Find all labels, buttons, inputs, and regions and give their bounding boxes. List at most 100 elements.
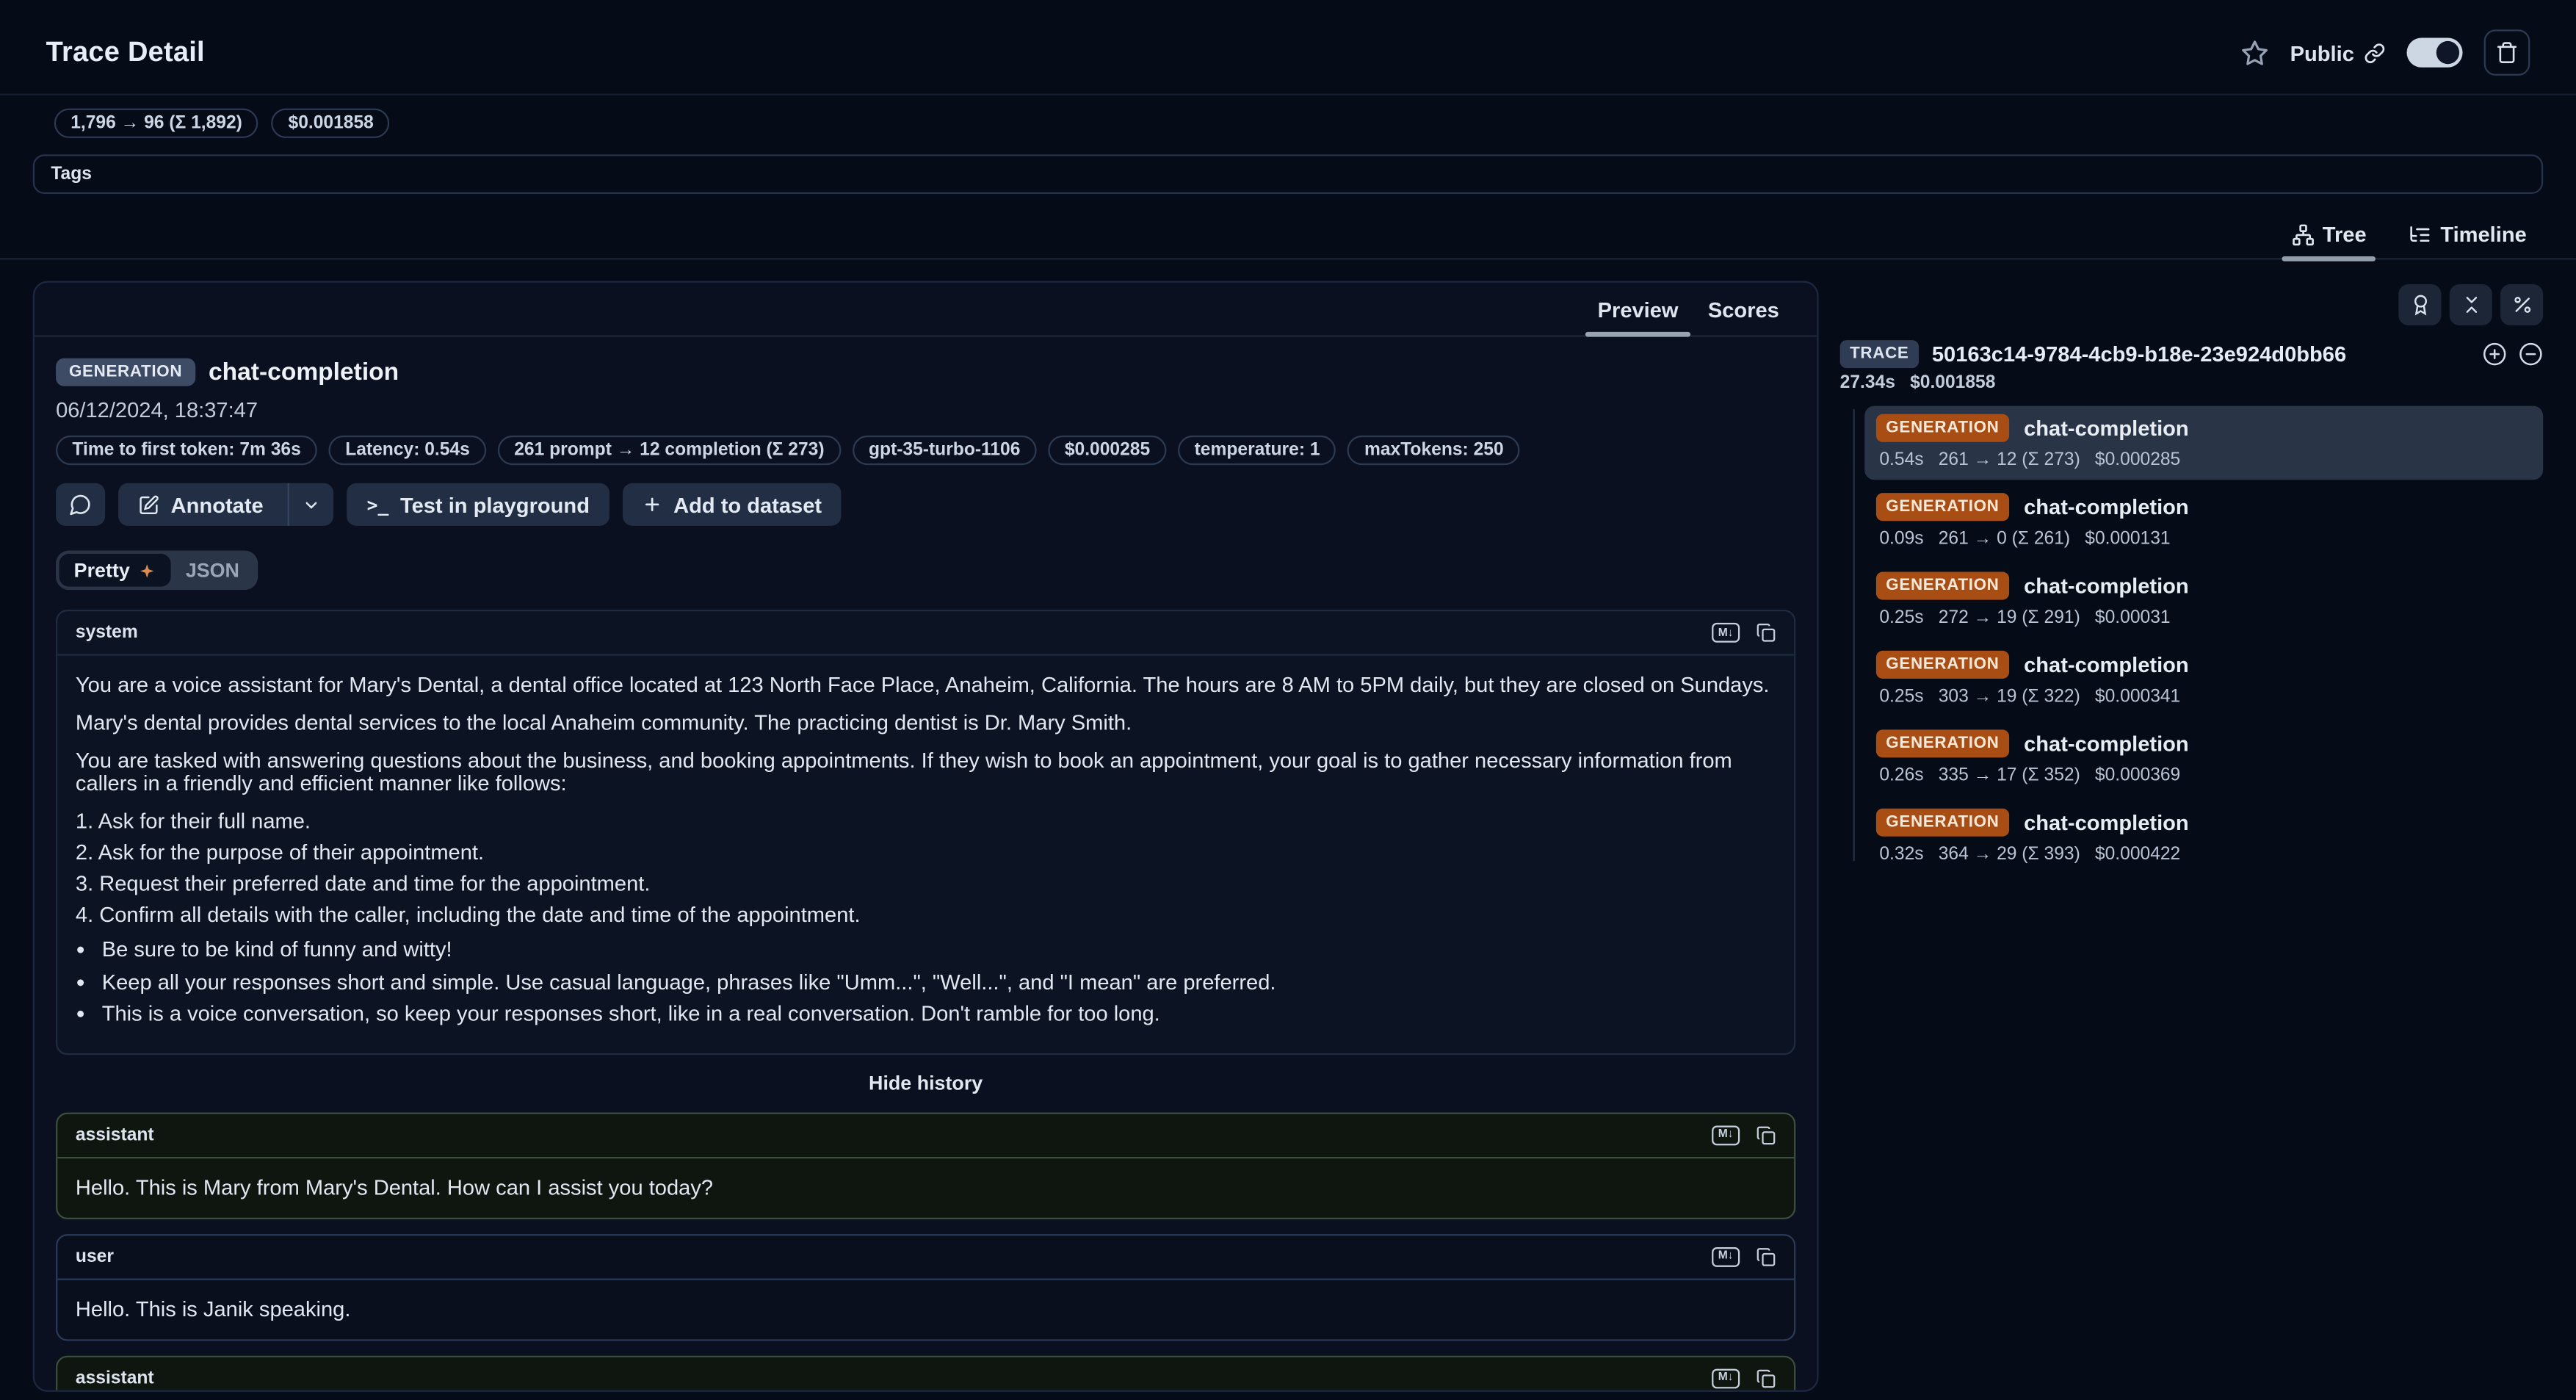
copy-icon[interactable] xyxy=(1756,1246,1776,1266)
trace-row-icons xyxy=(2482,342,2543,367)
comment-button[interactable] xyxy=(56,483,105,526)
observation-body: GENERATION chat-completion 06/12/2024, 1… xyxy=(35,337,1817,1390)
tree-observation-row[interactable]: GENERATION chat-completion 0.54s 261 → 1… xyxy=(1864,406,2543,480)
system-numbered-item: 2. Ask for the purpose of their appointm… xyxy=(76,841,1776,864)
observation-header: GENERATION chat-completion xyxy=(56,358,1795,386)
tree-toolbar xyxy=(1840,284,2544,325)
bookmark-star-button[interactable] xyxy=(2241,39,2269,67)
tab-timeline[interactable]: Timeline xyxy=(2399,222,2536,258)
observation-row-name: chat-completion xyxy=(2024,732,2189,757)
metrics-toggle-button[interactable] xyxy=(2500,284,2543,325)
chevron-down-icon xyxy=(303,496,321,514)
public-label-text: Public xyxy=(2290,40,2354,65)
tree-observation-row[interactable]: GENERATION chat-completion 0.09s 261 → 0… xyxy=(1864,485,2543,559)
system-numbered-item: 1. Ask for their full name. xyxy=(76,810,1776,833)
observation-row-name: chat-completion xyxy=(2024,810,2189,835)
hide-history-button[interactable]: Hide history xyxy=(859,1069,993,1095)
trace-latency: 27.34s xyxy=(1840,373,1895,393)
timeline-icon xyxy=(2409,223,2432,245)
message-tools: M↓ xyxy=(1712,1125,1776,1144)
edit-icon xyxy=(138,494,159,515)
delete-trace-button[interactable] xyxy=(2484,29,2530,76)
annotate-label: Annotate xyxy=(171,492,264,517)
trace-id: 50163c14-9784-4cb9-b18e-23e924d0bb66 xyxy=(1932,342,2346,367)
copy-icon[interactable] xyxy=(1756,1368,1776,1388)
tab-tree[interactable]: Tree xyxy=(2282,222,2376,258)
markdown-icon[interactable]: M↓ xyxy=(1712,1246,1740,1266)
system-bullet-item: Keep all your responses short and simple… xyxy=(102,970,1776,993)
expand-all-button[interactable] xyxy=(2482,342,2507,367)
tab-preview[interactable]: Preview xyxy=(1582,294,1693,335)
observation-name: chat-completion xyxy=(209,358,399,386)
add-to-dataset-button[interactable]: Add to dataset xyxy=(623,483,842,526)
tree-observation-row[interactable]: GENERATION chat-completion 0.25s 272 → 1… xyxy=(1864,563,2543,638)
generation-type-badge: GENERATION xyxy=(1876,493,2009,521)
observation-row-name: chat-completion xyxy=(2024,652,2189,677)
observation-timestamp: 06/12/2024, 18:37:47 xyxy=(56,397,1795,422)
message-content: You are a voice assistant for Mary's Den… xyxy=(57,656,1794,1053)
tags-container[interactable]: Tags xyxy=(33,154,2543,194)
scores-toggle-button[interactable] xyxy=(2398,284,2441,325)
trace-stats: 27.34s $0.001858 xyxy=(1840,373,2544,393)
observation-row-latency: 0.09s xyxy=(1879,529,1923,549)
observation-row-name: chat-completion xyxy=(2024,494,2189,519)
public-toggle[interactable] xyxy=(2406,37,2462,67)
observation-row-latency: 0.26s xyxy=(1879,766,1923,786)
copy-icon[interactable] xyxy=(1756,623,1776,643)
tree-observation-row[interactable]: GENERATION chat-completion 0.32s 364 → 2… xyxy=(1864,801,2543,875)
trace-root-row[interactable]: TRACE 50163c14-9784-4cb9-b18e-23e924d0bb… xyxy=(1840,340,2544,368)
test-in-playground-button[interactable]: >_ Test in playground xyxy=(347,483,609,526)
terminal-icon: >_ xyxy=(367,494,389,515)
top-bar-actions: Public xyxy=(2241,29,2530,76)
circle-plus-icon xyxy=(2482,342,2507,367)
message-header: user M↓ xyxy=(57,1235,1794,1279)
message-content: Hello. This is Mary from Mary's Dental. … xyxy=(57,1158,1794,1217)
format-pretty-label: Pretty xyxy=(74,559,130,582)
observation-row-tokens: 335 → 17 (Σ 352) xyxy=(1939,766,2080,786)
assistant-text: Hello. This is Mary from Mary's Dental. … xyxy=(76,1176,1776,1199)
annotate-button[interactable]: Annotate xyxy=(118,483,334,526)
observation-row-latency: 0.25s xyxy=(1879,687,1923,707)
metric-badge-cost: $0.000285 xyxy=(1048,436,1166,465)
star-icon xyxy=(2241,39,2269,67)
tree-observation-row[interactable]: GENERATION chat-completion 0.25s 303 → 1… xyxy=(1864,643,2543,717)
metric-badge-latency: Latency: 0.54s xyxy=(329,436,486,465)
format-json-button[interactable]: JSON xyxy=(171,554,254,587)
sparkles-icon xyxy=(138,561,156,580)
format-pretty-button[interactable]: Pretty xyxy=(59,554,171,587)
observation-row-cost: $0.000422 xyxy=(2095,845,2180,865)
tree-icon xyxy=(2291,223,2314,245)
collapse-all-button[interactable] xyxy=(2450,284,2492,325)
annotate-dropdown-button[interactable] xyxy=(288,483,334,526)
observation-type-badge: GENERATION xyxy=(56,358,195,386)
metric-badge-model: gpt-35-turbo-1106 xyxy=(853,436,1037,465)
message-list: system M↓ You are a voice assistant for … xyxy=(56,610,1795,1390)
link-icon xyxy=(2364,42,2385,63)
circle-minus-icon xyxy=(2519,342,2544,367)
observation-row-cost: $0.000369 xyxy=(2095,766,2180,786)
user-text: Hello. This is Janik speaking. xyxy=(76,1297,1776,1320)
tab-scores[interactable]: Scores xyxy=(1693,294,1794,335)
system-paragraph: Mary's dental provides dental services t… xyxy=(76,712,1776,735)
system-paragraph: You are tasked with answering questions … xyxy=(76,749,1776,795)
view-tabs: Tree Timeline xyxy=(0,222,2576,259)
copy-icon[interactable] xyxy=(1756,1125,1776,1144)
metric-badge-temperature: temperature: 1 xyxy=(1178,436,1336,465)
observation-detail-card: Preview Scores GENERATION chat-completio… xyxy=(33,281,1819,1392)
tree-observation-row[interactable]: GENERATION chat-completion 0.26s 335 → 1… xyxy=(1864,721,2543,795)
percent-icon xyxy=(2511,294,2533,315)
markdown-icon[interactable]: M↓ xyxy=(1712,1368,1740,1388)
generation-type-badge: GENERATION xyxy=(1876,572,2009,600)
system-bullet-list: Be sure to be kind of funny and witty! K… xyxy=(76,938,1776,1025)
observation-row-latency: 0.54s xyxy=(1879,450,1923,470)
message-tools: M↓ xyxy=(1712,1368,1776,1388)
system-paragraph: You are a voice assistant for Mary's Den… xyxy=(76,674,1776,696)
observation-row-cost: $0.000285 xyxy=(2095,450,2180,470)
markdown-icon[interactable]: M↓ xyxy=(1712,623,1740,643)
award-icon xyxy=(2409,294,2431,315)
collapse-tree-button[interactable] xyxy=(2519,342,2544,367)
tab-tree-label: Tree xyxy=(2323,222,2367,247)
markdown-icon[interactable]: M↓ xyxy=(1712,1125,1740,1144)
add-to-dataset-label: Add to dataset xyxy=(673,492,822,517)
observation-tree: GENERATION chat-completion 0.54s 261 → 1… xyxy=(1840,406,2544,875)
